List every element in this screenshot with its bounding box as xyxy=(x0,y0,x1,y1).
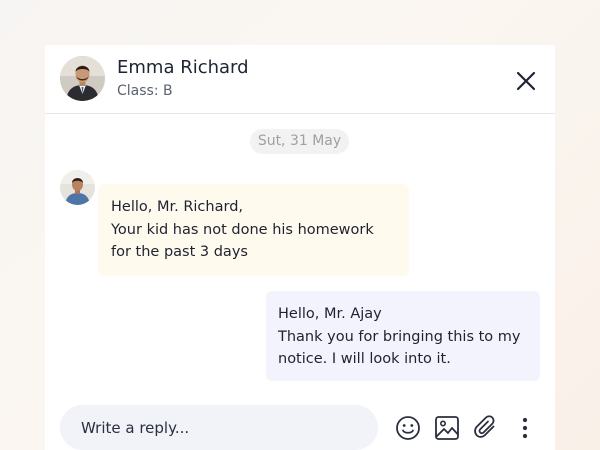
contact-name: Emma Richard xyxy=(117,57,249,78)
paperclip-icon xyxy=(472,414,500,442)
contact-class: Class: B xyxy=(117,83,173,99)
close-button[interactable] xyxy=(511,66,541,96)
message-text-line: Your kid has not done his homework xyxy=(111,221,374,238)
date-divider: Sut, 31 May xyxy=(250,129,349,154)
message-incoming: Hello, Mr. Richard, Your kid has not don… xyxy=(98,184,409,276)
message-text-line: notice. I will look into it. xyxy=(278,351,451,367)
contact-avatar[interactable] xyxy=(60,56,105,101)
message-text-line: Thank you for bringing this to my xyxy=(278,328,521,345)
more-vertical-icon xyxy=(511,414,539,442)
chat-header: Emma Richard Class: B xyxy=(45,45,555,114)
emoji-button[interactable] xyxy=(394,414,422,442)
message-text-line: Hello, Mr. Richard, xyxy=(111,199,244,215)
attach-button[interactable] xyxy=(472,414,500,442)
message-outgoing: Hello, Mr. Ajay Thank you for bringing t… xyxy=(266,291,540,381)
image-icon xyxy=(433,414,461,442)
close-icon xyxy=(511,71,541,100)
more-options-button[interactable] xyxy=(511,414,539,442)
message-text-line: for the past 3 days xyxy=(111,244,248,260)
sender-avatar[interactable] xyxy=(60,170,95,205)
image-button[interactable] xyxy=(433,414,461,442)
message-text-line: Hello, Mr. Ajay xyxy=(278,306,382,322)
chat-window: Emma Richard Class: B Sut, 31 May Hello,… xyxy=(45,45,555,450)
smiley-icon xyxy=(394,414,422,442)
reply-input[interactable] xyxy=(60,405,378,450)
